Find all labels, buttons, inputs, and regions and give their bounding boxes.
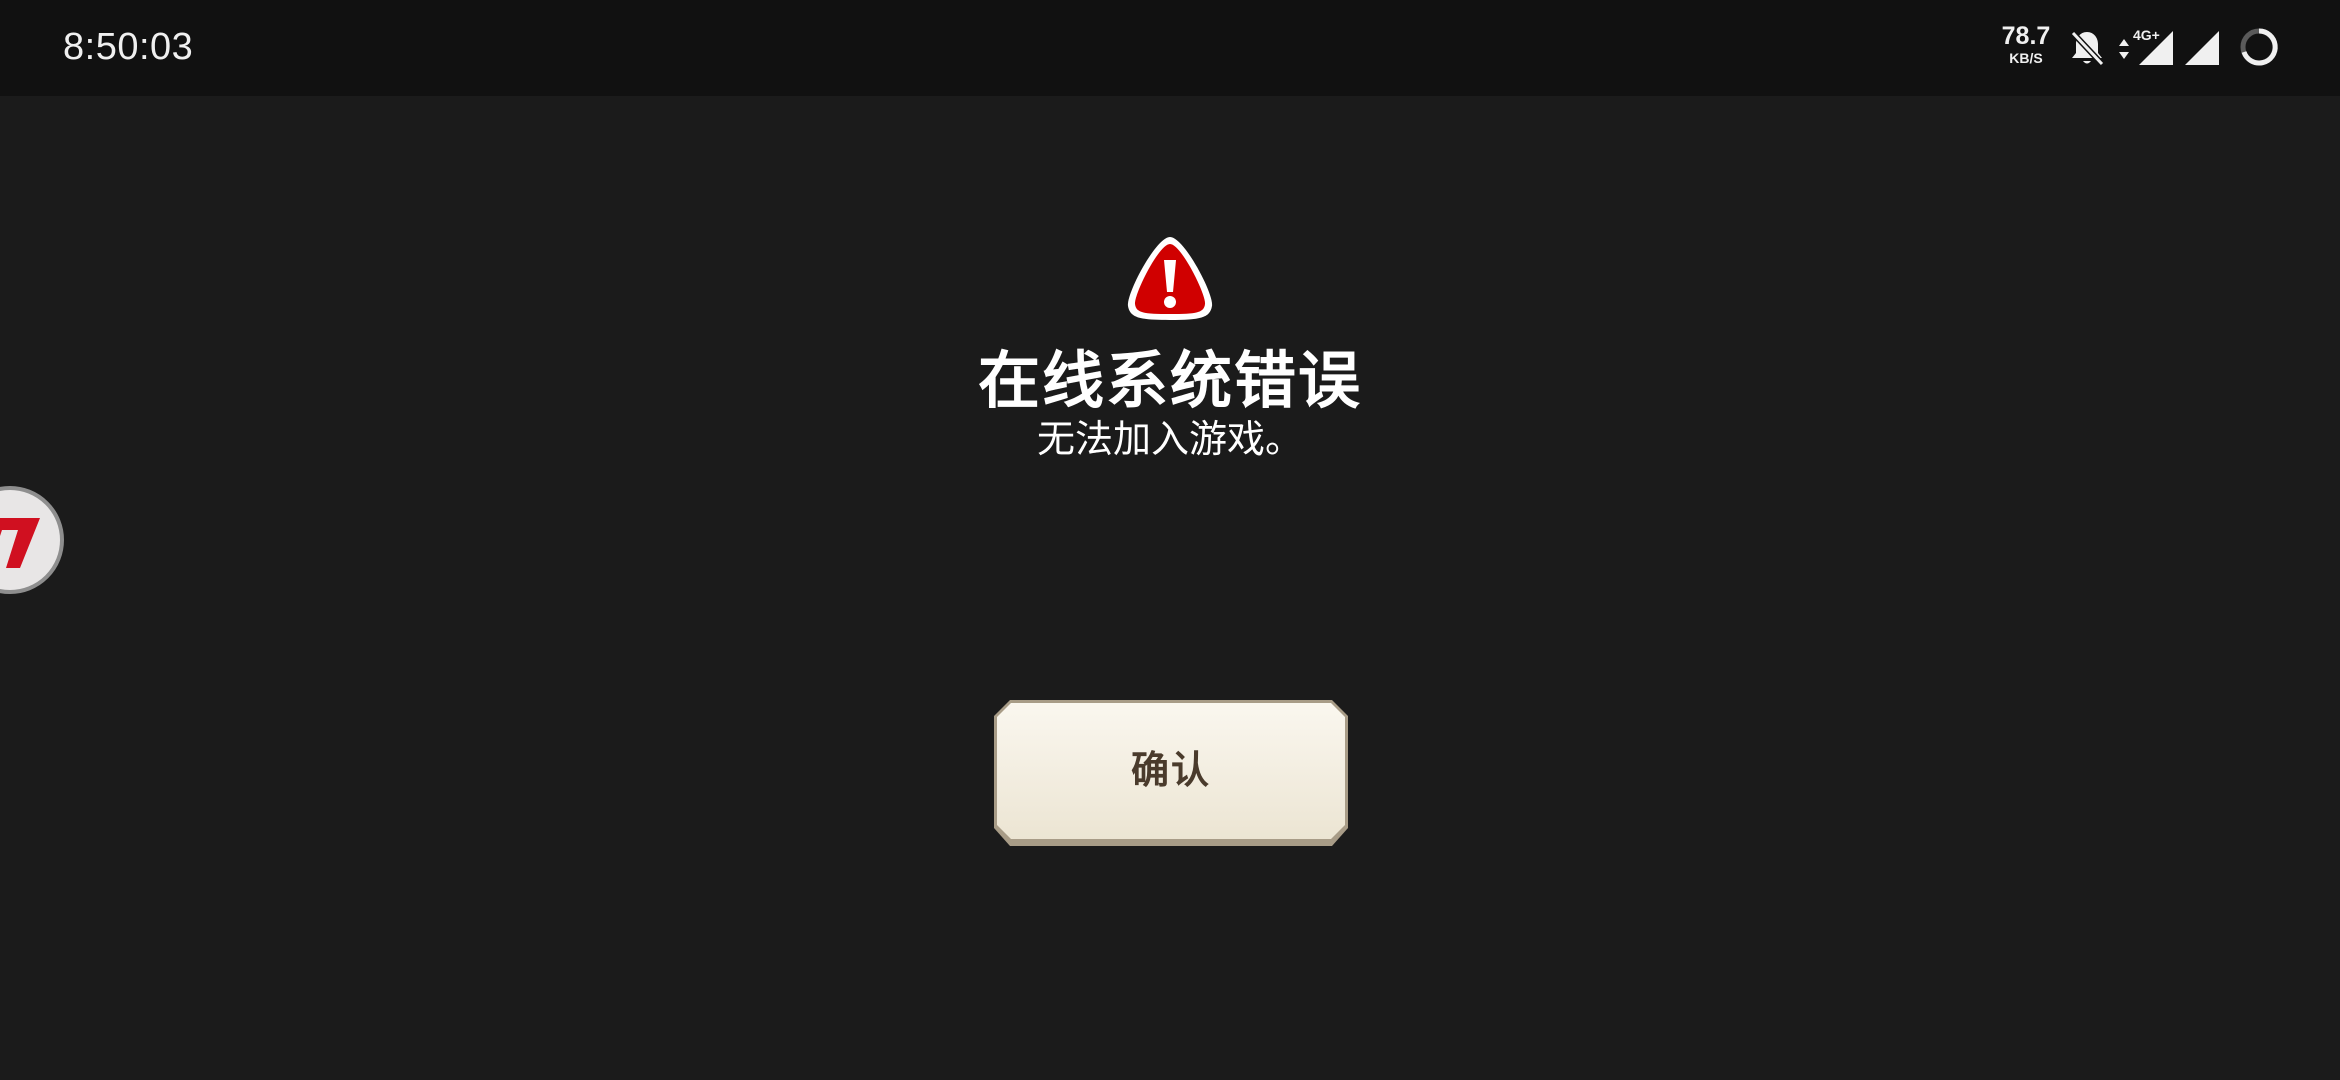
dialog-message: 无法加入游戏。 (1036, 417, 1303, 461)
error-dialog: 在线系统错误 无法加入游戏。 确认 (0, 0, 2340, 1080)
dialog-title: 在线系统错误 (977, 344, 1362, 417)
warning-exclamation-icon (1127, 237, 1213, 320)
confirm-button-label: 确认 (1130, 748, 1211, 792)
confirm-button[interactable]: 确认 (992, 698, 1350, 848)
